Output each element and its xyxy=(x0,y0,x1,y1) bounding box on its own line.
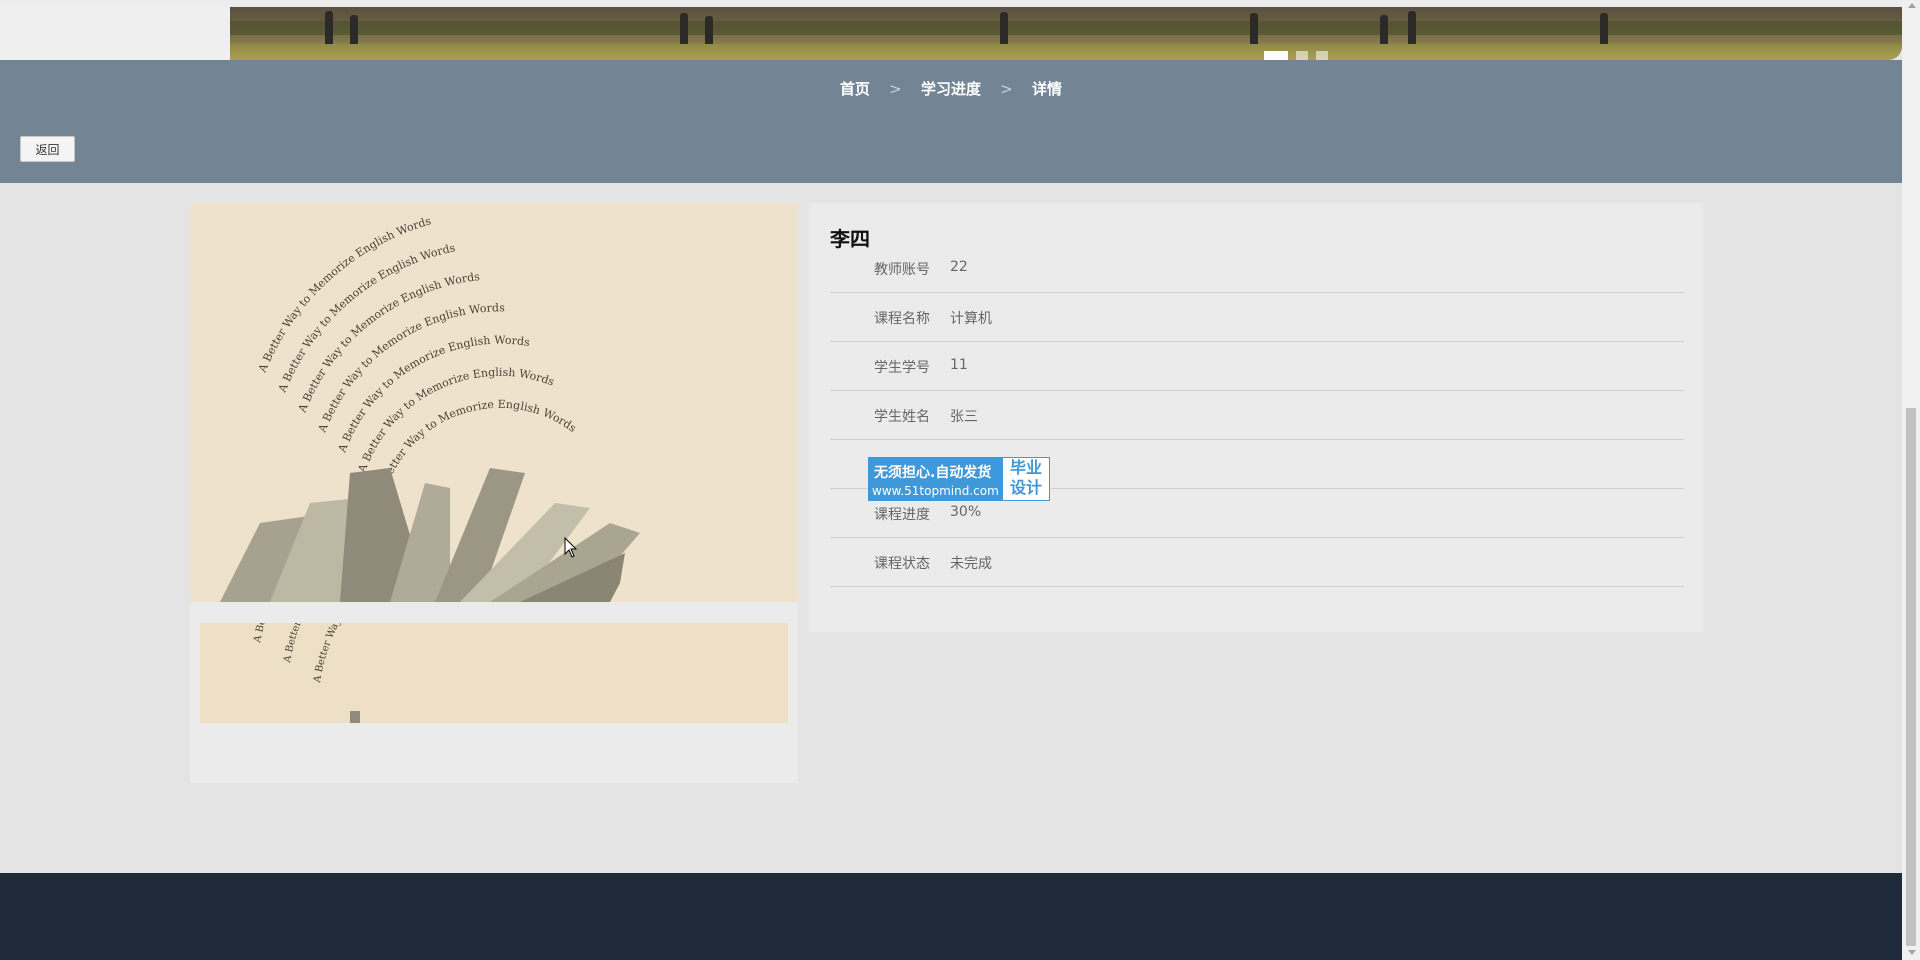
image-thumbnail[interactable]: A Better Way to Memorize English Words A… xyxy=(200,623,788,723)
breadcrumb-separator: > xyxy=(889,80,902,98)
book-illustration: A Better Way to Memorize English Words A… xyxy=(220,214,640,602)
field-label: 课程名称 xyxy=(874,311,930,327)
thumbnail-book-edge xyxy=(350,711,360,723)
ad-badge-line2: 设计 xyxy=(1009,478,1042,497)
field-value: 11 xyxy=(950,357,968,373)
breadcrumb-separator: > xyxy=(1000,80,1013,98)
image-gallery: A Better Way to Memorize English Words A… xyxy=(190,203,798,783)
ad-badge-line1: 毕业 xyxy=(1009,458,1042,477)
field-value: 30% xyxy=(950,504,982,520)
mouse-pointer-icon xyxy=(564,537,578,558)
left-panel xyxy=(0,7,230,60)
carousel-dots xyxy=(1264,51,1328,60)
breadcrumb-home-link[interactable]: 首页 xyxy=(840,80,870,98)
ad-badge: 毕业 设计 xyxy=(1002,457,1050,501)
scroll-up-arrow-icon[interactable] xyxy=(1908,3,1916,8)
field-label: 教师账号 xyxy=(874,262,930,278)
breadcrumb-progress-link[interactable]: 学习进度 xyxy=(921,80,981,98)
book-pages xyxy=(220,468,640,602)
field-label: 学生姓名 xyxy=(874,409,930,425)
breadcrumb-current: 详情 xyxy=(1032,80,1063,98)
thumbnail-text-arc: A Better Way to Memorize English Words xyxy=(252,623,380,645)
banner-lawn xyxy=(230,44,1902,60)
ad-overlay[interactable]: 无须担心.自动发货 www.51topmind.com 毕业 设计 xyxy=(868,457,1052,501)
carousel-dot-3[interactable] xyxy=(1316,51,1328,60)
breadcrumb-bar: 首页 > 学习进度 > 详情 返回 xyxy=(0,60,1902,183)
page-footer xyxy=(0,873,1902,960)
scroll-down-arrow-icon[interactable] xyxy=(1908,950,1916,955)
ad-slogan: 无须担心.自动发货 xyxy=(874,465,992,481)
field-label: 课程进度 xyxy=(874,507,930,523)
field-label: 课程状态 xyxy=(874,556,930,572)
detail-row-student-name: 学生姓名 张三 xyxy=(830,391,1684,440)
thumbnail-text-arc: A Better Way to Memorize English Words xyxy=(282,623,415,665)
scroll-thumb[interactable] xyxy=(1906,408,1916,946)
banner-hedge xyxy=(230,21,1902,35)
detail-row-teacher-account: 教师账号 22 xyxy=(830,244,1684,293)
breadcrumb: 首页 > 学习进度 > 详情 xyxy=(0,78,1902,99)
detail-row-student-id: 学生学号 11 xyxy=(830,342,1684,391)
back-button[interactable]: 返回 xyxy=(20,136,75,162)
field-label: 学生学号 xyxy=(874,360,930,376)
field-value: 未完成 xyxy=(950,556,992,572)
carousel-dot-2[interactable] xyxy=(1296,51,1308,60)
thumbnail-text-arc: A Better Way to Memorize English Words xyxy=(312,623,452,685)
detail-card: 李四 教师账号 22 课程名称 计算机 学生学号 11 学生姓名 张三 课程进度… xyxy=(809,203,1703,632)
detail-row-course-status: 课程状态 未完成 xyxy=(830,538,1684,587)
field-value: 张三 xyxy=(950,409,978,425)
hero-banner xyxy=(230,7,1902,60)
carousel-dot-1[interactable] xyxy=(1264,51,1288,60)
ad-url: www.51topmind.com xyxy=(872,484,999,498)
field-value: 计算机 xyxy=(950,311,992,327)
ad-text-block: 无须担心.自动发货 www.51topmind.com xyxy=(868,457,1002,501)
thumbnail-illustration: A Better Way to Memorize English Words A… xyxy=(252,623,452,723)
vertical-scrollbar[interactable] xyxy=(1902,0,1920,960)
field-value: 22 xyxy=(950,259,968,275)
top-strip xyxy=(0,0,1902,7)
detail-row-course-name: 课程名称 计算机 xyxy=(830,293,1684,342)
main-image[interactable]: A Better Way to Memorize English Words A… xyxy=(190,203,798,602)
